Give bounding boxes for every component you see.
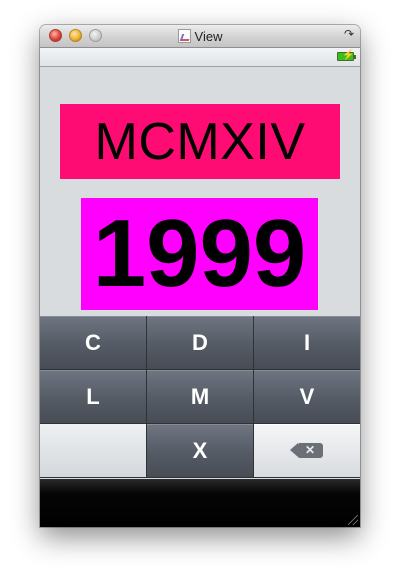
toolbar-toggle-icon[interactable]: ↷ [344, 27, 354, 41]
document-icon [177, 29, 191, 43]
key-empty [40, 424, 147, 478]
status-bar: ⚡ [40, 48, 360, 67]
window-title-group: View [40, 25, 360, 47]
window-title: View [194, 28, 223, 44]
display-area: MCMXIV 1999 [40, 67, 360, 316]
key-i[interactable]: I [254, 316, 360, 370]
bottom-bar [40, 479, 360, 527]
key-d[interactable]: D [147, 316, 254, 370]
key-v[interactable]: V [254, 370, 360, 424]
key-x[interactable]: X [147, 424, 254, 478]
backspace-icon: ✕ [289, 443, 323, 458]
key-l[interactable]: L [40, 370, 147, 424]
arabic-number-display: 1999 [81, 198, 318, 310]
roman-keypad: C D I L M V X ✕ [40, 316, 360, 479]
resize-grip-icon[interactable] [348, 515, 358, 525]
title-bar[interactable]: View ↷ [40, 25, 360, 48]
roman-numeral-display: MCMXIV [60, 104, 340, 179]
battery-charging-icon: ⚡ [337, 50, 356, 61]
app-window: View ↷ ⚡ MCMXIV 1999 C D I L M V X ✕ [40, 25, 360, 527]
key-c[interactable]: C [40, 316, 147, 370]
backspace-key[interactable]: ✕ [254, 424, 360, 478]
key-m[interactable]: M [147, 370, 254, 424]
